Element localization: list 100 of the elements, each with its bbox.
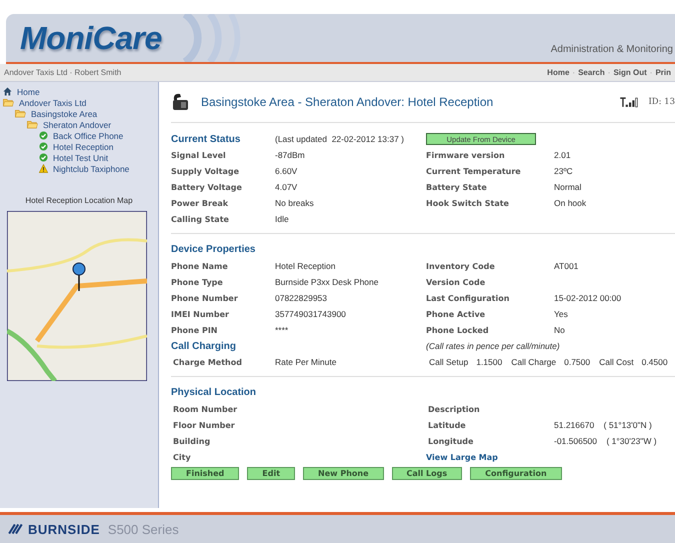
field-label: IMEI Number: [171, 310, 230, 318]
rate-label: Call Charge: [511, 357, 556, 367]
tree-item[interactable]: Hotel Test Unit: [53, 152, 108, 162]
warning-icon: [39, 164, 48, 173]
folder-icon: [3, 98, 14, 107]
field-value: 6.60V: [275, 166, 298, 176]
rate-value: 0.4500: [642, 357, 668, 367]
section-heading: Physical Location: [171, 386, 258, 400]
field-value: 51.216670 ( 51°13'0"N ): [554, 420, 653, 430]
device-id: ID: 13: [648, 97, 675, 107]
field-label: Phone Number: [171, 294, 239, 302]
field-value: 4.07V: [275, 182, 298, 192]
nav-link[interactable]: Home: [547, 68, 570, 77]
field-label: Firmware version: [426, 150, 506, 160]
separator-dot: ·: [608, 68, 610, 77]
nav-link[interactable]: Sign Out: [613, 68, 647, 77]
page-title: Basingstoke Area - Sheraton Andover: Hotel Reception: [201, 95, 494, 109]
field-label: Phone Name: [171, 262, 229, 270]
rate-label: Call Setup: [429, 357, 468, 367]
field-value: ****: [275, 325, 290, 335]
field-value: -01.506500 ( 1°30'23"W ): [554, 436, 658, 446]
field-label: Signal Level: [171, 150, 227, 160]
map-title: Hotel Reception Location Map: [24, 196, 134, 205]
user-label: Andover Taxis Ltd · Robert Smith: [4, 68, 122, 77]
field-label: Battery State: [426, 182, 488, 192]
field-value: 07822829953: [275, 293, 328, 303]
action-button[interactable]: Configuration: [470, 467, 562, 480]
field-label: Description: [427, 404, 481, 414]
nav-link[interactable]: Prin: [655, 68, 671, 77]
check-circle-icon: [39, 131, 48, 140]
section-heading: Current Status: [171, 134, 242, 144]
separator-dot: ·: [572, 68, 576, 77]
action-button[interactable]: Finished: [171, 467, 240, 480]
field-label: Charge Method: [172, 358, 243, 366]
tree-item[interactable]: Nightclub Taxiphone: [53, 164, 130, 174]
check-circle-icon: [39, 142, 48, 151]
home-icon: [3, 87, 12, 96]
separator-dot: ·: [650, 68, 652, 77]
footer-series: S500 Series: [108, 522, 179, 536]
field-label: Supply Voltage: [171, 166, 240, 176]
field-label: Battery Voltage: [171, 182, 243, 192]
tree-item[interactable]: Sheraton Andover: [43, 120, 112, 130]
field-value: 2.01: [554, 150, 572, 160]
field-label: Version Code: [426, 278, 486, 286]
signal-strength-icon: [620, 96, 638, 108]
action-button[interactable]: New Phone: [303, 467, 384, 480]
field-label: Last Configuration: [426, 294, 510, 302]
rate-value: 0.7500: [564, 357, 590, 367]
field-value: Yes: [554, 309, 569, 319]
field-value: No: [554, 325, 566, 335]
footer-brand: BURNSIDE: [28, 522, 100, 536]
field-value: AT001: [554, 261, 580, 271]
section-heading: Device Properties: [171, 243, 256, 257]
field-label: Power Break: [171, 198, 230, 208]
rates-note: (Call rates in pence per call/minute): [426, 341, 561, 351]
field-label: Hook Switch State: [426, 198, 510, 208]
tree-item[interactable]: Andover Taxis Ltd: [19, 98, 86, 108]
field-label: Floor Number: [172, 420, 236, 430]
field-value: No breaks: [275, 198, 315, 208]
folder-icon: [15, 109, 26, 118]
field-value: Burnside P3xx Desk Phone: [275, 277, 380, 287]
field-label: Calling State: [171, 214, 230, 224]
action-button[interactable]: Edit: [247, 467, 296, 480]
field-label: Phone Type: [171, 278, 224, 286]
stripes-logo-icon: [8, 523, 24, 535]
field-value: 23ºC: [554, 166, 574, 176]
field-label: Current Temperature: [426, 166, 522, 176]
last-updated: (Last updated 22-02-2012 13:37 ): [275, 134, 406, 144]
section-heading: Call Charging: [171, 340, 238, 352]
rate-value: 1.1500: [476, 357, 502, 367]
field-label: Phone PIN: [171, 326, 218, 334]
desk-phone-icon: [171, 92, 191, 112]
field-label: Room Number: [172, 404, 238, 414]
field-label: Phone Locked: [426, 326, 490, 334]
field-value: Idle: [275, 214, 290, 224]
tree-item[interactable]: Basingstoke Area: [31, 108, 98, 118]
check-circle-icon: [39, 153, 48, 162]
field-value: Rate Per Minute: [275, 357, 338, 367]
rate-label: Call Cost: [599, 357, 634, 367]
tree-item[interactable]: Back Office Phone: [53, 130, 124, 140]
folder-icon: [27, 120, 38, 129]
nav-link[interactable]: Search: [578, 68, 605, 77]
field-value: Normal: [554, 182, 582, 192]
field-value: 357749031743900: [275, 309, 347, 319]
field-label: Phone Active: [426, 310, 486, 318]
field-label: City: [172, 452, 192, 462]
logo: MoniCare: [20, 20, 162, 56]
field-value: -87dBm: [275, 150, 306, 160]
field-label: Building: [172, 436, 212, 446]
view-map-link[interactable]: View Large Map: [426, 452, 554, 462]
field-value: Hotel Reception: [275, 261, 336, 271]
field-value: 15-02-2012 00:00: [554, 293, 622, 303]
field-label: Inventory Code: [426, 262, 496, 270]
field-label: Latitude: [427, 420, 467, 430]
action-button[interactable]: Call Logs: [392, 467, 462, 480]
field-value: On hook: [554, 198, 588, 208]
tree-item[interactable]: Home: [17, 86, 40, 96]
tagline: Administration & Monitoring: [550, 44, 674, 54]
tree-item[interactable]: Hotel Reception: [53, 142, 114, 152]
field-label: Longitude: [427, 436, 474, 446]
